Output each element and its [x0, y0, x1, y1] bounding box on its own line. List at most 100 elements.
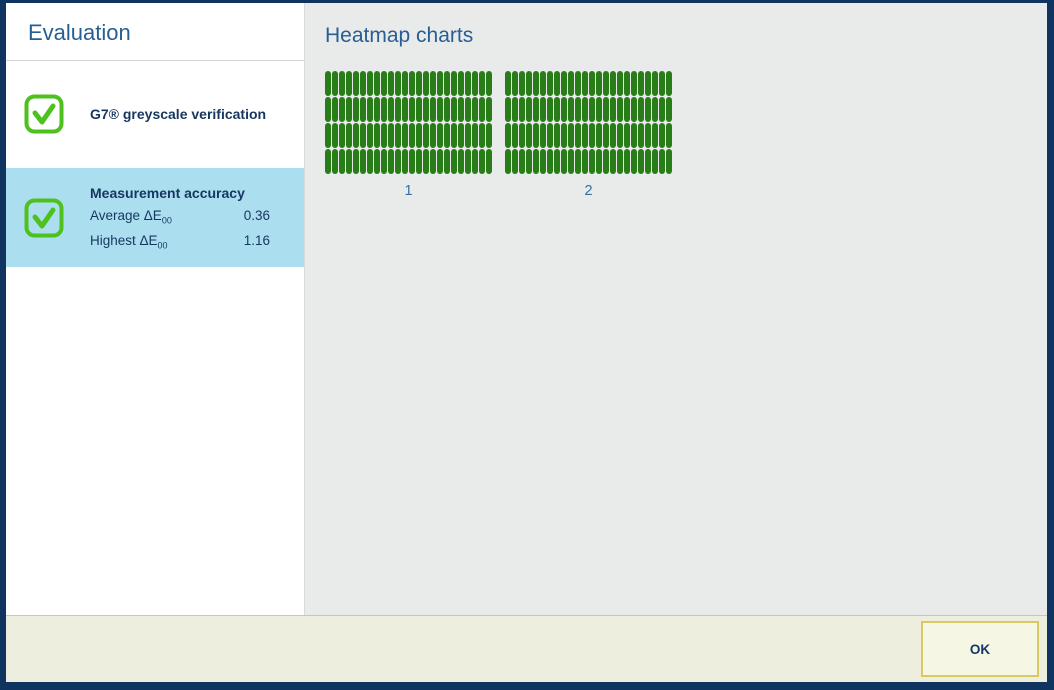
heatmap-cell	[479, 71, 485, 96]
heatmap-cell	[540, 97, 546, 122]
heatmap-cell	[360, 149, 366, 174]
heatmap-cell	[472, 149, 478, 174]
heatmap-cell	[325, 71, 331, 96]
heatmap-cell	[465, 123, 471, 148]
heatmap-cell	[402, 123, 408, 148]
sidebar-item-measurement-accuracy[interactable]: Measurement accuracy Average ΔE00 0.36 H…	[6, 168, 304, 267]
heatmap-cell	[631, 123, 637, 148]
heatmap-cell	[479, 97, 485, 122]
heatmap-cell	[437, 97, 443, 122]
heatmap-cell	[582, 123, 588, 148]
heatmap-cell	[638, 97, 644, 122]
heatmap-cell	[505, 149, 511, 174]
heatmap-cell	[575, 123, 581, 148]
heatmap-cell	[666, 123, 672, 148]
heatmap-cell	[589, 71, 595, 96]
heatmap-cell	[332, 123, 338, 148]
heatmap-cell	[505, 71, 511, 96]
heatmap-cell	[645, 97, 651, 122]
heatmap-cell	[575, 97, 581, 122]
heatmap-cell	[430, 149, 436, 174]
heatmap-cell	[645, 149, 651, 174]
heatmap-cell	[444, 71, 450, 96]
heatmap-cell	[472, 71, 478, 96]
heatmap-cell	[381, 97, 387, 122]
heatmap-cell	[596, 123, 602, 148]
heatmap-cell	[554, 149, 560, 174]
heatmap-cell	[666, 149, 672, 174]
heatmap-cell	[486, 97, 492, 122]
heatmap-cell	[610, 149, 616, 174]
heatmap-cell	[561, 149, 567, 174]
heatmap-cell	[568, 71, 574, 96]
heatmap-cell	[596, 71, 602, 96]
heatmap-cell	[346, 149, 352, 174]
heatmap-cell	[374, 149, 380, 174]
heatmap-cell	[631, 71, 637, 96]
heatmap-cell	[547, 149, 553, 174]
heatmap-cell	[402, 97, 408, 122]
heatmap-cell	[430, 123, 436, 148]
metric-value: 0.36	[244, 208, 270, 226]
heatmap-cell	[353, 149, 359, 174]
heatmap-cell	[339, 149, 345, 174]
heatmap-cell	[395, 97, 401, 122]
heatmap-cell	[339, 97, 345, 122]
main-panel: Heatmap charts 12	[304, 3, 1047, 615]
heatmap-cell	[603, 97, 609, 122]
heatmap-cell	[395, 123, 401, 148]
heatmap-cell	[374, 123, 380, 148]
heatmap-cell	[360, 97, 366, 122]
heatmap-cell	[575, 149, 581, 174]
heatmap-cell	[603, 149, 609, 174]
heatmap-cell	[465, 97, 471, 122]
heatmap-cell	[526, 123, 532, 148]
heatmap-cell	[589, 149, 595, 174]
heatmap-cell	[437, 123, 443, 148]
heatmap-cell	[659, 149, 665, 174]
metric-name: Average ΔE00	[90, 208, 172, 226]
heatmap-cell	[486, 123, 492, 148]
sidebar: Evaluation G7® greyscale verification Me…	[6, 3, 304, 615]
heatmap-cell	[353, 97, 359, 122]
heatmap-cell	[367, 123, 373, 148]
heatmap-cell	[409, 149, 415, 174]
heatmap-cell	[624, 71, 630, 96]
footer-bar: OK	[6, 615, 1047, 682]
heatmap-cell	[416, 123, 422, 148]
heatmap-cell	[533, 123, 539, 148]
heatmap-charts-area: 12	[325, 71, 1047, 199]
heatmap-cell	[617, 97, 623, 122]
heatmap-cell	[624, 149, 630, 174]
heatmap-cell	[360, 71, 366, 96]
heatmap-cell	[596, 149, 602, 174]
heatmap-cell	[638, 71, 644, 96]
heatmap-cell	[659, 123, 665, 148]
heatmap-cell	[505, 97, 511, 122]
ok-button[interactable]: OK	[921, 621, 1039, 677]
heatmap-cell	[451, 97, 457, 122]
heatmap-cell	[402, 71, 408, 96]
heatmap-cell	[603, 123, 609, 148]
heatmap-cell	[402, 149, 408, 174]
sidebar-item-g7-greyscale-verification[interactable]: G7® greyscale verification	[6, 61, 304, 166]
heatmap-cell	[631, 149, 637, 174]
heatmap-cell	[624, 123, 630, 148]
heatmap-cell	[458, 97, 464, 122]
heatmap-chart-1: 1	[325, 71, 492, 199]
metric-highest-deltae: Highest ΔE00 1.16	[90, 233, 270, 251]
heatmap-cell	[479, 123, 485, 148]
heatmap-cell	[325, 97, 331, 122]
heatmap-cell	[512, 123, 518, 148]
heatmap-cell	[519, 97, 525, 122]
heatmap-cell	[409, 71, 415, 96]
heatmap-cell	[617, 149, 623, 174]
heatmap-cell	[638, 149, 644, 174]
heatmap-cell	[458, 123, 464, 148]
heatmap-cell	[346, 97, 352, 122]
heatmap-cell	[512, 149, 518, 174]
heatmap-cell	[652, 97, 658, 122]
heatmap-cell	[533, 97, 539, 122]
heatmap-cell	[652, 71, 658, 96]
heatmap-cell	[451, 71, 457, 96]
